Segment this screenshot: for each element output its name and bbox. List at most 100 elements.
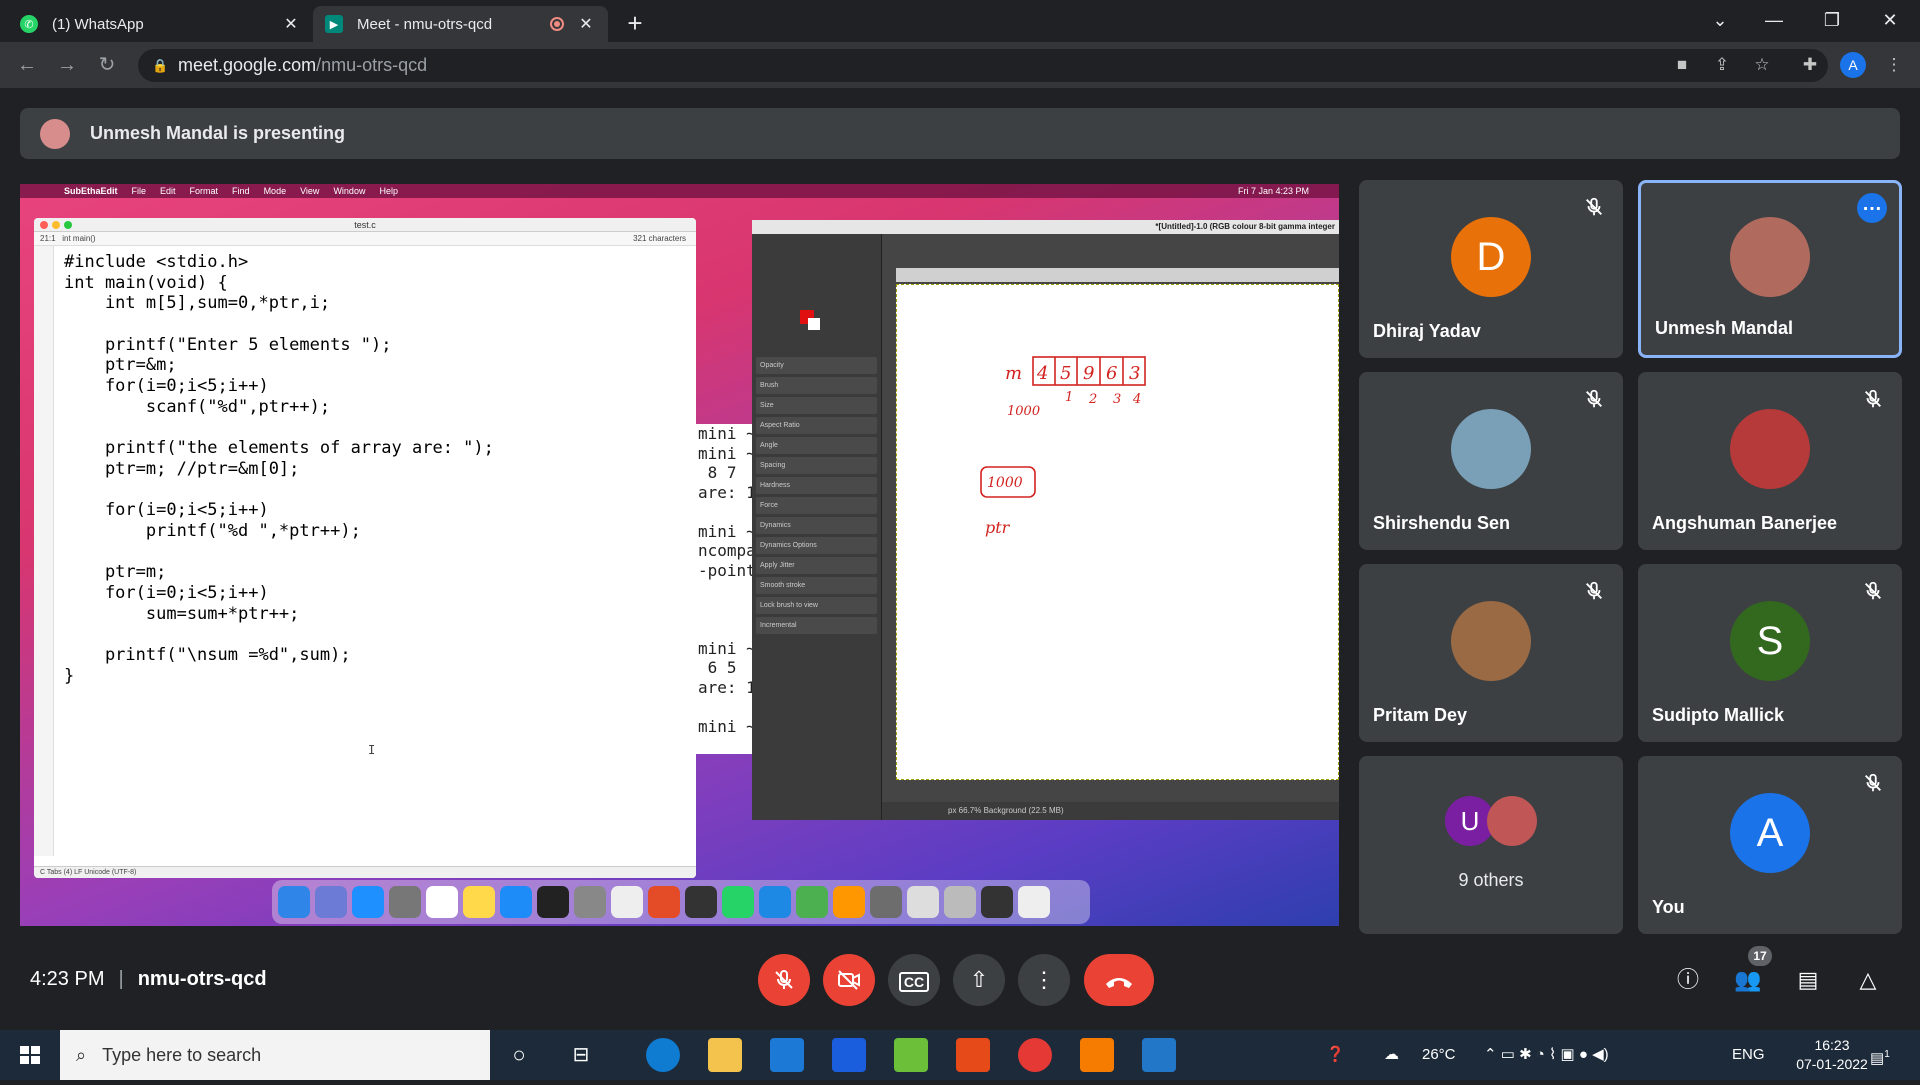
gimp-tool-option[interactable]: Dynamics <box>756 517 877 534</box>
gimp-tool-option[interactable]: Dynamics Options <box>756 537 877 554</box>
meeting-details-icon[interactable]: ⓘ <box>1668 960 1708 1000</box>
share-icon[interactable]: ⇪ <box>1708 51 1736 79</box>
participant-tile-sudipto[interactable]: S Sudipto Mallick <box>1638 564 1902 742</box>
window-controls[interactable] <box>40 221 72 229</box>
calendar-icon[interactable] <box>426 886 458 918</box>
terminal-icon[interactable] <box>537 886 569 918</box>
gimp-tool-option[interactable]: Incremental <box>756 617 877 634</box>
participant-tile-you[interactable]: A You <box>1638 756 1902 934</box>
tool-icons <box>752 234 881 354</box>
leave-call-button[interactable] <box>1084 954 1154 1006</box>
gimp-tool-option[interactable]: Aspect Ratio <box>756 417 877 434</box>
terminal-line: mini ~ <box>698 424 756 443</box>
taskbar-clock[interactable]: 16:23 07-01-2022 <box>1782 1036 1882 1074</box>
tab-meet[interactable]: ▶ Meet - nmu-otrs-qcd ✕ <box>313 6 608 42</box>
notes-icon[interactable] <box>463 886 495 918</box>
forward-button[interactable]: → <box>52 50 82 80</box>
tab-search-icon[interactable]: ⌄ <box>1694 0 1746 40</box>
gimp-tool-option[interactable]: Spacing <box>756 457 877 474</box>
extensions-icon[interactable]: ✚ <box>1796 51 1824 79</box>
new-tab-button[interactable]: + <box>620 8 650 38</box>
minimize-button[interactable]: — <box>1748 0 1800 40</box>
gimp-tool-option[interactable]: Lock brush to view <box>756 597 877 614</box>
captions-button[interactable]: CC <box>888 954 940 1006</box>
davinci-icon[interactable] <box>685 886 717 918</box>
gimp-tool-option[interactable]: Force <box>756 497 877 514</box>
documents-icon[interactable] <box>907 886 939 918</box>
back-button[interactable]: ← <box>12 50 42 80</box>
weather-temp[interactable]: 26°C <box>1422 1030 1456 1080</box>
array-value: 4 <box>1036 363 1048 384</box>
launchpad-icon[interactable] <box>315 886 347 918</box>
language-indicator[interactable]: ENG <box>1732 1030 1765 1080</box>
app-store-icon[interactable] <box>500 886 532 918</box>
gimp-tool-option[interactable]: Brush <box>756 377 877 394</box>
calculator-icon[interactable] <box>389 886 421 918</box>
bookmark-star-icon[interactable]: ☆ <box>1748 51 1776 79</box>
close-tab-icon[interactable]: ✕ <box>281 14 301 34</box>
gimp-tool-option[interactable]: Hardness <box>756 477 877 494</box>
profile-avatar[interactable]: A <box>1840 52 1866 78</box>
office-icon[interactable] <box>956 1038 990 1072</box>
finder-icon[interactable] <box>278 886 310 918</box>
task-view-icon[interactable]: ⊟ <box>564 1038 598 1072</box>
camera-icon[interactable]: ■ <box>1668 51 1696 79</box>
tray-icons[interactable]: ⌃ ▭ ✱ ◔ ⌇ ▣ ● ◀) <box>1484 1030 1609 1080</box>
participant-tile-shirshendu[interactable]: Shirshendu Sen <box>1359 372 1623 550</box>
participant-avatar <box>1451 601 1531 681</box>
gimp-tool-option[interactable]: Opacity <box>756 357 877 374</box>
reload-button[interactable]: ↻ <box>92 50 122 80</box>
restore-button[interactable]: ❐ <box>1806 0 1858 40</box>
gimp-tool-option[interactable]: Apply Jitter <box>756 557 877 574</box>
participant-tile-unmesh[interactable]: … Unmesh Mandal <box>1638 180 1902 358</box>
mic-toggle-button[interactable] <box>758 954 810 1006</box>
terminal-line: ncompa <box>698 541 756 560</box>
gimp-dock-icon[interactable] <box>870 886 902 918</box>
close-window-button[interactable]: ✕ <box>1864 0 1916 40</box>
taskbar-search[interactable]: ⌕ Type here to search <box>60 1030 490 1080</box>
messenger-icon[interactable] <box>759 886 791 918</box>
address-bar[interactable]: 🔒 meet.google.com/nmu-otrs-qcd <box>138 49 1828 82</box>
edge-icon[interactable] <box>646 1038 680 1072</box>
chrome-icon[interactable] <box>648 886 680 918</box>
start-button[interactable] <box>0 1030 60 1080</box>
mail-icon[interactable] <box>770 1038 804 1072</box>
tab-whatsapp[interactable]: ✆ (1) WhatsApp ✕ <box>8 6 313 42</box>
whatsapp-dock-icon[interactable] <box>722 886 754 918</box>
system-prefs-icon[interactable] <box>574 886 606 918</box>
screen-icon[interactable] <box>981 886 1013 918</box>
activities-icon[interactable]: △ <box>1848 960 1888 1000</box>
sublime-icon[interactable] <box>833 886 865 918</box>
help-icon[interactable]: ❓ <box>1326 1030 1345 1080</box>
participant-tile-angshuman[interactable]: Angshuman Banerjee <box>1638 372 1902 550</box>
terminal-line: are: 1 <box>698 677 756 697</box>
more-options-icon[interactable]: … <box>1857 193 1887 223</box>
code-text[interactable]: #include <stdio.h> int main(void) { int m… <box>64 252 494 686</box>
more-options-button[interactable]: ⋮ <box>1018 954 1070 1006</box>
chrome-taskbar-icon[interactable] <box>1018 1038 1052 1072</box>
participant-tile-pritam[interactable]: Pritam Dey <box>1359 564 1623 742</box>
textedit-icon[interactable] <box>611 886 643 918</box>
chat-icon[interactable]: ▤ <box>1788 960 1828 1000</box>
sublime-taskbar-icon[interactable] <box>1080 1038 1114 1072</box>
dropbox-icon[interactable] <box>832 1038 866 1072</box>
file-explorer-icon[interactable] <box>708 1038 742 1072</box>
downloads-icon[interactable] <box>944 886 976 918</box>
subethaedit-icon[interactable] <box>796 886 828 918</box>
trash-icon[interactable] <box>1018 886 1050 918</box>
present-button[interactable]: ⇧ <box>953 954 1005 1006</box>
participant-tile-dhiraj[interactable]: D Dhiraj Yadav <box>1359 180 1623 358</box>
safari-icon[interactable] <box>352 886 384 918</box>
menu-icon[interactable]: ⋮ <box>1880 51 1908 79</box>
close-tab-icon[interactable]: ✕ <box>576 14 596 34</box>
camtasia-icon[interactable] <box>894 1038 928 1072</box>
vscode-icon[interactable] <box>1142 1038 1176 1072</box>
notifications-icon[interactable]: ▤1 <box>1870 1030 1890 1080</box>
gimp-tool-option[interactable]: Angle <box>756 437 877 454</box>
camera-toggle-button[interactable] <box>823 954 875 1006</box>
others-tile[interactable]: U 9 others <box>1359 756 1623 934</box>
gimp-tool-option[interactable]: Size <box>756 397 877 414</box>
people-icon[interactable]: 👥 <box>1728 960 1768 1000</box>
gimp-tool-option[interactable]: Smooth stroke <box>756 577 877 594</box>
cortana-icon[interactable]: ○ <box>502 1038 536 1072</box>
